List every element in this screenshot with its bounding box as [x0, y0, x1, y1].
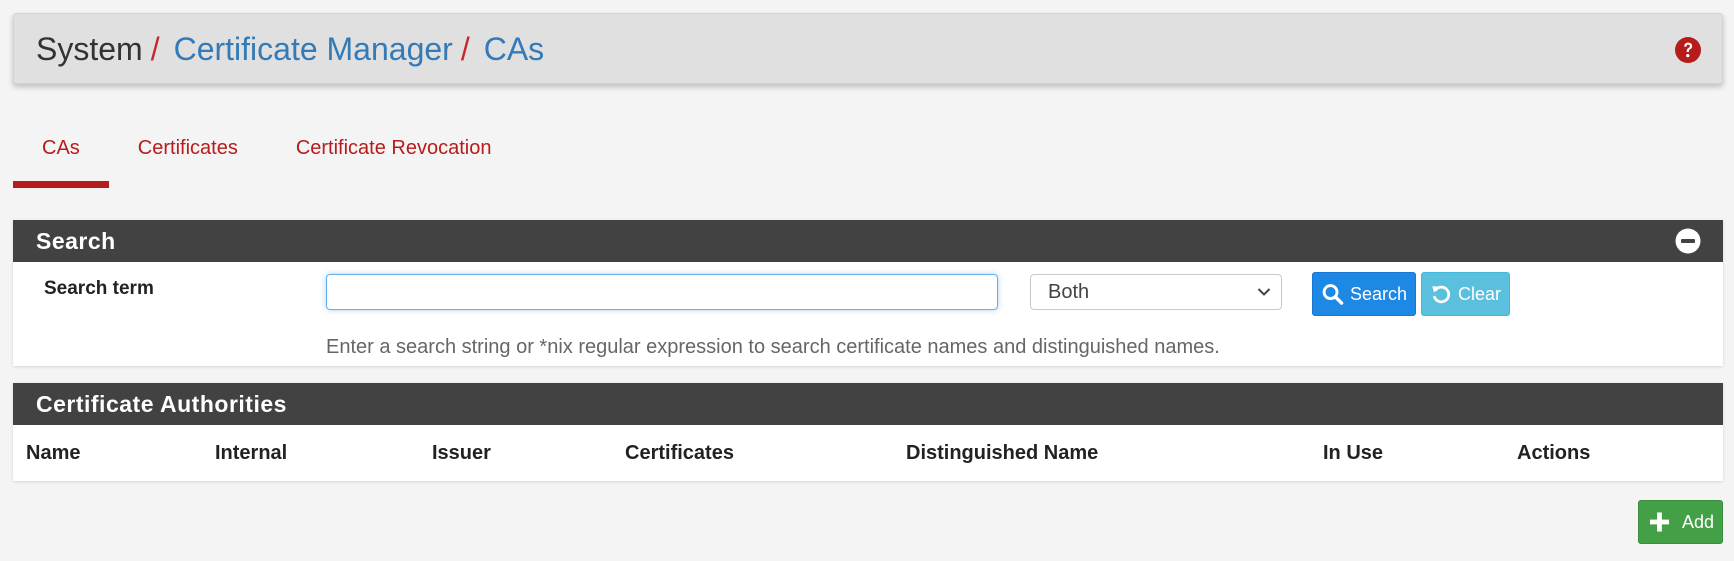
search-scope-select[interactable]: Both [1030, 274, 1282, 310]
search-panel-title: Search [36, 228, 116, 254]
column-in-use: In Use [1323, 442, 1384, 464]
add-button[interactable]: Add [1638, 500, 1723, 544]
tab-certificate-revocation[interactable]: Certificate Revocation [267, 120, 521, 188]
column-certificates: Certificates [625, 442, 734, 464]
search-help-text: Enter a search string or *nix regular ex… [326, 336, 1220, 358]
tab-bar: CAs Certificates Certificate Revocation [13, 120, 520, 188]
search-panel-heading: Search [13, 220, 1723, 262]
breadcrumb-separator: / [150, 31, 160, 67]
ca-panel-title: Certificate Authorities [36, 391, 287, 417]
question-circle-icon[interactable] [1674, 36, 1702, 64]
tab-certificates[interactable]: Certificates [109, 120, 267, 188]
search-term-label: Search term [44, 278, 154, 299]
page: System / Certificate Manager / CAs CAs C… [0, 0, 1734, 561]
breadcrumb-certificate-manager[interactable]: Certificate Manager [174, 31, 453, 68]
breadcrumb-root: System [36, 31, 143, 67]
clear-button-label: Clear [1457, 283, 1501, 304]
plus-icon [1649, 512, 1670, 532]
minus-circle-icon[interactable] [1675, 228, 1701, 254]
search-input[interactable] [326, 274, 998, 310]
breadcrumb-separator: / [460, 31, 470, 67]
breadcrumb-cas[interactable]: CAs [484, 31, 544, 68]
undo-icon [1432, 285, 1451, 304]
ca-table-header: Name Internal Issuer Certificates Distin… [13, 425, 1723, 481]
column-internal: Internal [215, 442, 288, 464]
chevron-down-icon [1257, 288, 1271, 296]
search-button-label: Search [1349, 283, 1407, 304]
breadcrumb: System / Certificate Manager / CAs [36, 14, 544, 85]
column-actions: Actions [1517, 442, 1591, 464]
search-panel-body: Search term Both Search Clear Enter a se… [13, 262, 1723, 366]
column-distinguished-name: Distinguished Name [906, 442, 1099, 464]
search-button[interactable]: Search [1312, 272, 1416, 316]
column-name: Name [26, 442, 81, 464]
tab-cas[interactable]: CAs [13, 120, 109, 188]
add-button-label: Add [1681, 511, 1714, 532]
breadcrumb-bar: System / Certificate Manager / CAs [13, 13, 1723, 84]
column-issuer: Issuer [432, 442, 491, 464]
certificate-authorities-panel: Certificate Authorities Name Internal Is… [13, 383, 1723, 481]
search-scope-value: Both [1048, 281, 1090, 303]
search-panel: Search Search term Both Search Clear Ent… [13, 220, 1723, 366]
ca-panel-heading: Certificate Authorities [13, 383, 1723, 425]
clear-button[interactable]: Clear [1421, 272, 1510, 316]
search-icon [1322, 284, 1344, 305]
